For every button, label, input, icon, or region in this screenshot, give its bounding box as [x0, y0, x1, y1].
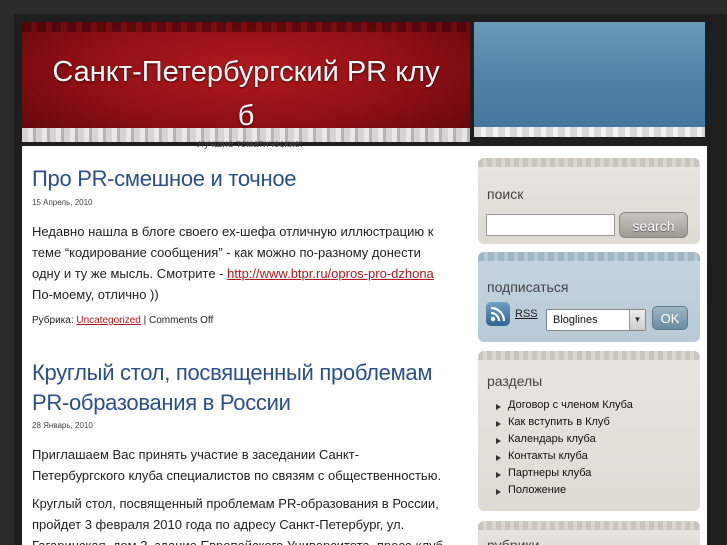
post-line: Гагаринская, дом 3, здание Европейского …: [32, 535, 462, 545]
post-title-line[interactable]: Круглый стол, посвященный проблемам: [32, 358, 433, 388]
category-link[interactable]: Положение: [508, 484, 566, 496]
post-line: пройдет 3 февраля 2010 года по адресу Са…: [32, 517, 405, 532]
reader-select-value: Bloglines: [553, 314, 598, 326]
site-title-line2[interactable]: б: [22, 94, 470, 138]
categories-widget: разделы Договор с членом Клуба Как вступ…: [478, 351, 700, 511]
site-title[interactable]: Санкт-Петербургский PR клу б: [22, 50, 470, 138]
categories-list: Договор с членом Клуба Как вступить в Кл…: [496, 399, 633, 501]
main-content: Про PR-смешное и точное 15 Апрель, 2010 …: [22, 146, 470, 545]
widget-title: разделы: [487, 373, 543, 389]
post-line: Недавно нашла в блоге своего ex-шефа отл…: [32, 224, 434, 239]
reader-select[interactable]: Bloglines ▼: [546, 309, 646, 331]
category-link[interactable]: Uncategorized: [76, 315, 140, 326]
widget-title: рубрики: [487, 537, 540, 545]
post-line: одну и ту же мысль. Смотрите - http://ww…: [32, 263, 462, 284]
post-body: Круглый стол, посвященный проблемам PR-о…: [32, 493, 462, 545]
list-item[interactable]: Положение: [496, 484, 633, 501]
list-item[interactable]: Как вступить в Клуб: [496, 416, 633, 433]
post-meta-prefix: Рубрика:: [32, 315, 77, 326]
post-title[interactable]: Круглый стол, посвященный проблемам PR-о…: [32, 358, 433, 418]
post-link[interactable]: http://www.btpr.ru/opros-pro-dzhona: [227, 266, 434, 281]
list-item[interactable]: Календарь клуба: [496, 433, 633, 450]
post-date: 28 Январь, 2010: [32, 421, 93, 430]
site-tagline: Лучшие тематические!: [197, 141, 303, 149]
post-meta: Рубрика: Uncategorized | Comments Off: [32, 315, 213, 326]
post-date: 15 Апрель, 2010: [32, 198, 93, 207]
chevron-down-icon: ▼: [629, 310, 645, 330]
header-image: [474, 22, 705, 137]
rss-link[interactable]: RSS: [515, 308, 538, 320]
list-item[interactable]: Партнеры клуба: [496, 467, 633, 484]
post-meta-suffix: | Comments Off: [140, 315, 214, 326]
sidebar: поиск search подписаться RSS Bloglines ▼…: [470, 146, 707, 545]
post-body: Недавно нашла в блоге своего ex-шефа отл…: [32, 221, 462, 305]
category-link[interactable]: Контакты клуба: [508, 450, 588, 462]
widget-title: подписаться: [487, 279, 569, 295]
post-line: Круглый стол, посвященный проблемам PR-о…: [32, 496, 439, 511]
post-line: теме “кодирование сообщения” - как можно…: [32, 245, 421, 260]
post-title-line[interactable]: PR-образования в России: [32, 388, 432, 418]
post-body: Приглашаем Вас принять участие в заседан…: [32, 444, 462, 486]
list-item[interactable]: Контакты клуба: [496, 450, 633, 467]
list-item[interactable]: Договор с членом Клуба: [496, 399, 633, 416]
post-line: Петербургского клуба специалистов по свя…: [32, 468, 442, 483]
subscribe-widget: подписаться RSS Bloglines ▼ OK: [478, 252, 700, 342]
post-line-text: одну и ту же мысль. Смотрите -: [32, 266, 228, 281]
site-title-line1[interactable]: Санкт-Петербургский PR клу: [22, 50, 470, 94]
category-link[interactable]: Как вступить в Клуб: [508, 416, 610, 428]
rubrics-widget: рубрики: [478, 521, 700, 545]
category-link[interactable]: Партнеры клуба: [508, 467, 591, 479]
category-link[interactable]: Договор с членом Клуба: [508, 399, 633, 411]
search-button[interactable]: search: [619, 212, 688, 238]
post-title[interactable]: Про PR-смешное и точное: [32, 164, 297, 194]
category-link[interactable]: Календарь клуба: [508, 433, 596, 445]
rss-icon[interactable]: [486, 302, 510, 326]
post-line: Приглашаем Вас принять участие в заседан…: [32, 447, 360, 462]
search-input[interactable]: [486, 214, 615, 236]
ok-button[interactable]: OK: [652, 306, 688, 330]
post-line: По-моему, отлично )): [32, 287, 159, 302]
widget-title: поиск: [487, 186, 524, 202]
search-widget: поиск search: [478, 158, 700, 244]
